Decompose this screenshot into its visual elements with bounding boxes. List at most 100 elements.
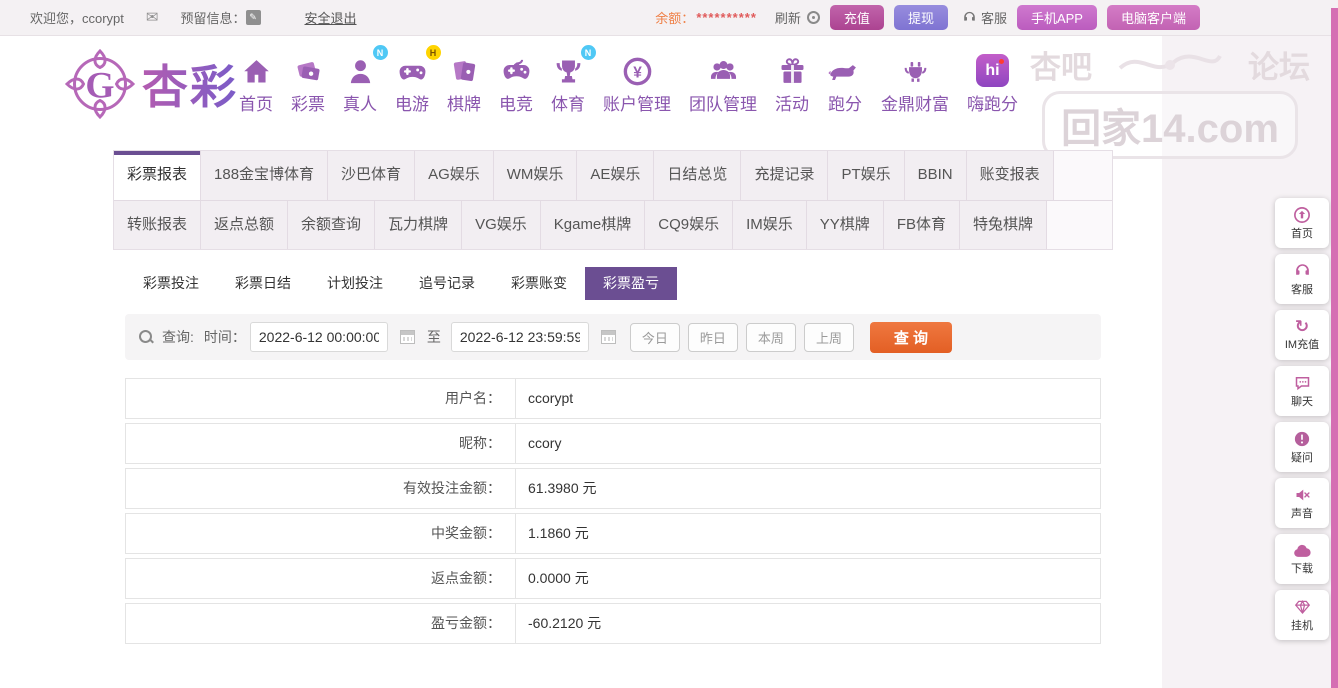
query-bar: 查询: 时间： 至 今日 昨日 本周 上周 查 询 xyxy=(125,314,1101,360)
withdraw-button[interactable]: 提现 xyxy=(894,5,948,30)
row-label: 中奖金额： xyxy=(126,514,516,553)
main-tab[interactable]: IM娱乐 xyxy=(733,201,807,249)
nav-item-egames[interactable]: H 电游 xyxy=(395,51,429,115)
lottery-subtabs: 彩票投注 彩票日结 计划投注 追号记录 彩票账变 彩票盈亏 xyxy=(113,267,1113,300)
datetime-from-input[interactable] xyxy=(250,322,388,352)
main-tab[interactable]: FB体育 xyxy=(884,201,960,249)
customer-service-link[interactable]: 客服 xyxy=(962,8,1007,27)
nav-item-paofen[interactable]: 跑分 xyxy=(827,51,863,115)
main-tab[interactable]: 账变报表 xyxy=(967,151,1054,200)
calendar-icon[interactable] xyxy=(400,330,415,344)
query-submit-button[interactable]: 查 询 xyxy=(870,322,952,353)
main-tab[interactable]: 日结总览 xyxy=(654,151,741,200)
nav-item-chess[interactable]: 棋牌 xyxy=(447,51,481,115)
nav-item-sports[interactable]: N 体育 xyxy=(551,51,585,115)
deposit-button[interactable]: 充值 xyxy=(830,5,884,30)
quick-range-yesterday-button[interactable]: 昨日 xyxy=(688,323,738,352)
main-tab[interactable]: 188金宝博体育 xyxy=(201,151,328,200)
side-button-im-recharge[interactable]: ↻ IM充值 xyxy=(1275,310,1329,360)
main-tab[interactable]: Kgame棋牌 xyxy=(541,201,646,249)
mobile-app-button[interactable]: 手机APP xyxy=(1017,5,1097,30)
nav-item-account[interactable]: ¥ 账户管理 xyxy=(603,51,671,115)
calendar-icon[interactable] xyxy=(601,330,616,344)
sub-tab[interactable]: 追号记录 xyxy=(401,267,493,300)
side-button-label: 挂机 xyxy=(1291,617,1313,633)
topbar: 欢迎您，ccorypt ✉ 预留信息： ✎ 安全退出 余额： *********… xyxy=(0,0,1338,36)
main-tab[interactable]: PT娱乐 xyxy=(828,151,904,200)
main-tab[interactable]: CQ9娱乐 xyxy=(645,201,733,249)
edit-reserved-info-icon[interactable]: ✎ xyxy=(246,10,261,25)
sub-tab-profit-loss[interactable]: 彩票盈亏 xyxy=(585,267,677,300)
main-tab[interactable]: 转账报表 xyxy=(114,201,201,249)
main-tab[interactable]: YY棋牌 xyxy=(807,201,884,249)
home-icon xyxy=(241,51,272,87)
nav-item-esports[interactable]: 电竞 xyxy=(499,51,533,115)
mute-speaker-icon xyxy=(1293,486,1312,504)
activity-gift-icon xyxy=(777,51,808,87)
sports-trophy-icon: N xyxy=(553,51,584,87)
cloud-icon xyxy=(1292,543,1312,559)
datetime-to-input[interactable] xyxy=(451,322,589,352)
main-tab[interactable]: BBIN xyxy=(905,151,967,200)
refresh-balance-button[interactable]: 刷新 xyxy=(775,8,801,27)
main-tab[interactable]: 余额查询 xyxy=(288,201,375,249)
eye-icon[interactable] xyxy=(807,11,820,24)
tab-row-filler xyxy=(1047,201,1112,249)
reserved-info-label: 预留信息： xyxy=(180,8,245,27)
sub-tab[interactable]: 彩票账变 xyxy=(493,267,585,300)
quick-range-last-week-button[interactable]: 上周 xyxy=(804,323,854,352)
nav-item-home[interactable]: 首页 xyxy=(239,51,273,115)
row-value: ccory xyxy=(516,424,561,463)
main-tab[interactable]: AG娱乐 xyxy=(415,151,494,200)
query-label: 查询: xyxy=(162,327,194,347)
site-header: G 杏彩 首页 彩票 N 真人 H 电游 棋牌 xyxy=(0,36,1338,148)
nav-item-lottery[interactable]: 彩票 xyxy=(291,51,325,115)
main-tab[interactable]: VG娱乐 xyxy=(462,201,541,249)
recharge-cycle-icon: ↻ xyxy=(1295,318,1309,335)
row-value: -60.2120 元 xyxy=(516,604,601,643)
main-tab[interactable]: 沙巴体育 xyxy=(328,151,415,200)
side-button-chat[interactable]: 聊天 xyxy=(1275,366,1329,416)
main-tab[interactable]: 充提记录 xyxy=(741,151,828,200)
main-tab[interactable]: 特兔棋牌 xyxy=(960,201,1047,249)
page: 欢迎您，ccorypt ✉ 预留信息： ✎ 安全退出 余额： *********… xyxy=(0,0,1338,688)
row-label: 有效投注金额： xyxy=(126,469,516,508)
sub-tab[interactable]: 彩票日结 xyxy=(217,267,309,300)
side-button-afk[interactable]: 挂机 xyxy=(1275,590,1329,640)
quick-range-today-button[interactable]: 今日 xyxy=(630,323,680,352)
main-tab[interactable]: WM娱乐 xyxy=(494,151,578,200)
nav-item-team[interactable]: 团队管理 xyxy=(689,51,757,115)
main-tab[interactable]: 瓦力棋牌 xyxy=(375,201,462,249)
message-envelope-icon[interactable]: ✉ xyxy=(146,10,159,25)
nav-item-jinding[interactable]: 金鼎财富 xyxy=(881,51,949,115)
row-value: 0.0000 元 xyxy=(516,559,589,598)
side-button-home[interactable]: 首页 xyxy=(1275,198,1329,248)
sub-tab[interactable]: 计划投注 xyxy=(309,267,401,300)
quick-range-this-week-button[interactable]: 本周 xyxy=(746,323,796,352)
up-circle-icon xyxy=(1293,206,1311,224)
side-button-sound[interactable]: 声音 xyxy=(1275,478,1329,528)
side-button-label: 下载 xyxy=(1291,560,1313,576)
nav-label: 团队管理 xyxy=(689,90,757,115)
side-button-download[interactable]: 下载 xyxy=(1275,534,1329,584)
nav-label: 真人 xyxy=(343,90,377,115)
report-tabs: 彩票报表 188金宝博体育 沙巴体育 AG娱乐 WM娱乐 AE娱乐 日结总览 充… xyxy=(113,150,1113,250)
site-logo[interactable]: G 杏彩 xyxy=(64,48,238,120)
main-tab[interactable]: 返点总额 xyxy=(201,201,288,249)
customer-service-label: 客服 xyxy=(981,8,1007,27)
row-value: ccorypt xyxy=(516,379,573,418)
nav-item-live[interactable]: N 真人 xyxy=(343,51,377,115)
table-row: 盈亏金额： -60.2120 元 xyxy=(125,603,1101,644)
main-tab[interactable]: 彩票报表 xyxy=(114,151,201,200)
side-button-service[interactable]: 客服 xyxy=(1275,254,1329,304)
nav-item-hi-paofen[interactable]: hi 嗨跑分 xyxy=(967,51,1018,115)
nav-label: 体育 xyxy=(551,90,585,115)
pc-client-button[interactable]: 电脑客户端 xyxy=(1107,5,1200,30)
nav-label: 活动 xyxy=(775,90,809,115)
logout-link[interactable]: 安全退出 xyxy=(305,8,357,27)
side-button-question[interactable]: 疑问 xyxy=(1275,422,1329,472)
jinding-wealth-icon xyxy=(900,51,931,87)
main-tab[interactable]: AE娱乐 xyxy=(577,151,654,200)
sub-tab[interactable]: 彩票投注 xyxy=(125,267,217,300)
nav-item-activity[interactable]: 活动 xyxy=(775,51,809,115)
